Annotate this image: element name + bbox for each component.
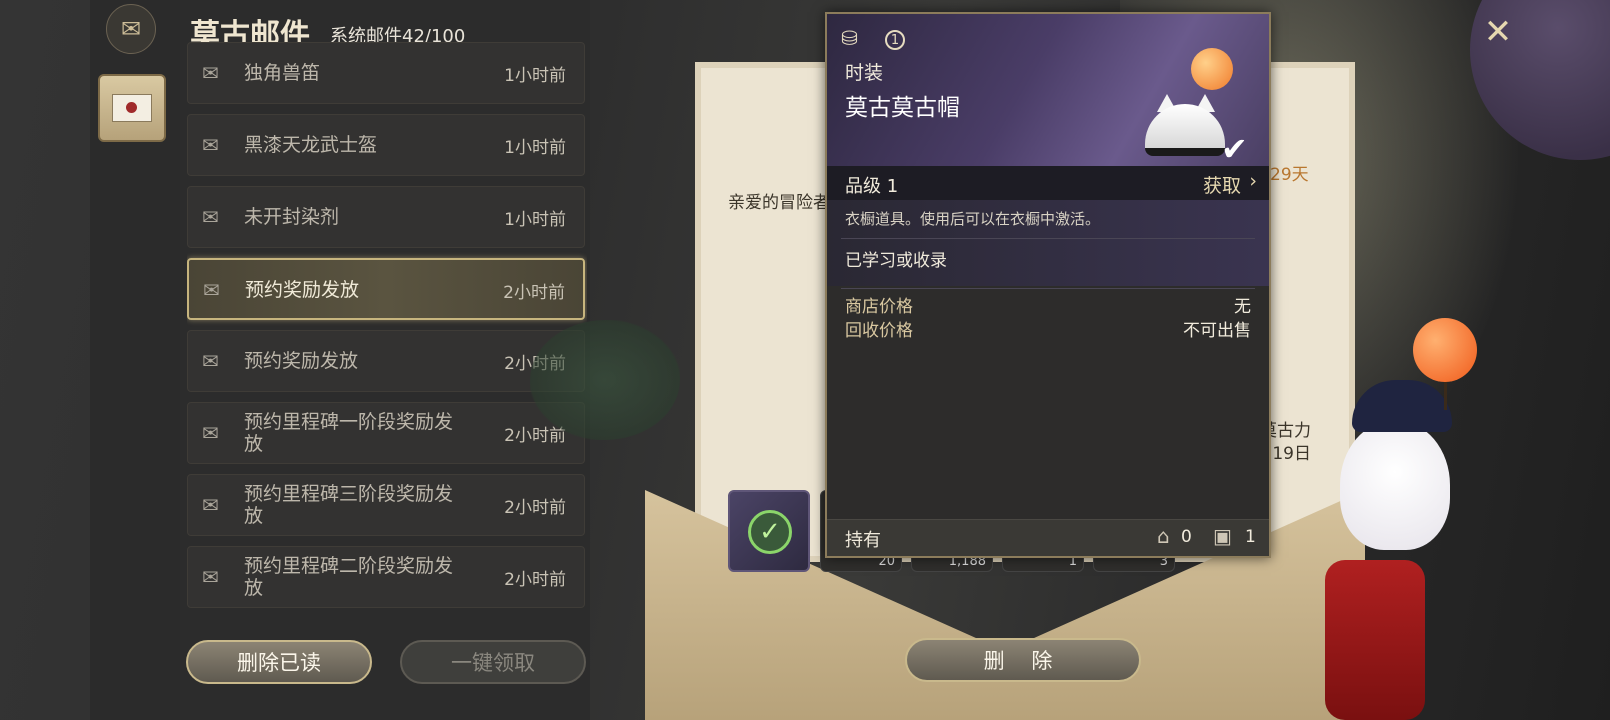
close-icon[interactable]: ✕: [1476, 10, 1520, 54]
claim-all-button[interactable]: 一键领取: [400, 640, 586, 684]
mail-subject: 独角兽笛: [244, 62, 321, 84]
mail-subject: 预约里程碑三阶段奖励发放: [244, 483, 454, 527]
acquire-link[interactable]: 获取: [1203, 171, 1241, 198]
list-item[interactable]: ✉ 未开封染剂 1小时前: [187, 186, 585, 248]
item-category: 时装: [845, 62, 884, 84]
mail-time: 2小时前: [504, 497, 566, 518]
bag-icon: ▣: [1213, 524, 1232, 548]
owned-house-count: 0: [1181, 527, 1192, 547]
chevron-right-icon[interactable]: ›: [1249, 170, 1257, 192]
expiry-days: 29天: [1270, 165, 1309, 185]
leaf-decoration: [530, 320, 680, 440]
mail-time: 2小时前: [503, 282, 565, 303]
opened-mail-icon: ✉: [202, 133, 219, 157]
opened-mail-icon: ✉: [202, 349, 219, 373]
mail-time: 1小时前: [504, 209, 566, 230]
tab-system-mail[interactable]: [98, 74, 166, 142]
description-area: 衣橱道具。使用后可以在衣橱中激活。 已学习或收录: [827, 200, 1269, 286]
list-item[interactable]: ✉ 预约里程碑一阶段奖励发放 2小时前: [187, 402, 585, 464]
divider: [841, 288, 1255, 289]
owned-bar: 持有 ⌂ 0 ▣ 1: [827, 519, 1269, 556]
moogle-bag-decoration: [1325, 560, 1425, 720]
list-item[interactable]: ✉ 预约里程碑二阶段奖励发放 2小时前: [187, 546, 585, 608]
envelope-icon: [112, 94, 152, 122]
item-tooltip: ⛁ 1 时装 莫古莫古帽 ✔ 品级 1 获取 › 衣橱道具。使用后可以在衣橱中激…: [825, 12, 1271, 558]
owned-bag-count: 1: [1245, 527, 1256, 547]
sell-price-value: 不可出售: [1183, 321, 1251, 341]
moogle-pompom: [1413, 318, 1477, 382]
list-item[interactable]: ✉ 黑漆天龙武士盔 1小时前: [187, 114, 585, 176]
orange-ball-icon: [1191, 48, 1233, 90]
divider: [841, 238, 1255, 239]
moogle-character: [1340, 420, 1450, 550]
sell-price-label: 回收价格: [845, 321, 913, 341]
mail-subject: 黑漆天龙武士盔: [244, 134, 378, 156]
list-item[interactable]: ✉ 独角兽笛 1小时前: [187, 42, 585, 104]
mail-subject: 预约里程碑一阶段奖励发放: [244, 411, 454, 455]
delete-read-button[interactable]: 删除已读: [186, 640, 372, 684]
mail-time: 2小时前: [504, 569, 566, 590]
shop-price-label: 商店价格: [845, 297, 913, 317]
house-icon: ⌂: [1157, 524, 1170, 548]
list-item-selected[interactable]: ✉ 预约奖励发放 2小时前: [187, 258, 585, 320]
mail-list[interactable]: ✉ 独角兽笛 1小时前 ✉ 黑漆天龙武士盔 1小时前 ✉ 未开封染剂 1小时前 …: [187, 0, 587, 630]
mail-subject: 预约里程碑二阶段奖励发放: [244, 555, 454, 599]
item-description: 衣橱道具。使用后可以在衣橱中激活。: [845, 210, 1101, 228]
shop-price-value: 无: [1234, 297, 1251, 317]
tooltip-header: ⛁ 1 时装 莫古莫古帽 ✔: [827, 14, 1269, 168]
level-badge: 1: [885, 30, 905, 50]
mail-subject: 预约奖励发放: [244, 350, 359, 372]
learned-status: 已学习或收录: [845, 251, 947, 271]
opened-mail-icon: ✉: [202, 421, 219, 445]
moogle-antenna: [1444, 380, 1447, 410]
opened-mail-icon: ✉: [202, 205, 219, 229]
mail-subject: 未开封染剂: [244, 206, 340, 228]
letter-greeting: 亲爱的冒险者: [728, 193, 830, 213]
mail-time: 1小时前: [504, 137, 566, 158]
owned-label: 持有: [845, 530, 881, 551]
opened-mail-icon: ✉: [203, 278, 220, 302]
opened-mail-icon: ✉: [202, 493, 219, 517]
opened-mail-icon: ✉: [202, 565, 219, 589]
list-item[interactable]: ✉ 预约里程碑三阶段奖励发放 2小时前: [187, 474, 585, 536]
delete-button[interactable]: 删 除: [905, 638, 1141, 682]
item-name: 莫古莫古帽: [845, 95, 960, 121]
moogle-hat-icon: [1139, 94, 1225, 156]
mail-subject: 预约奖励发放: [245, 279, 360, 301]
mailbox-icon[interactable]: ✉: [106, 4, 156, 54]
list-item[interactable]: ✉ 预约奖励发放 2小时前: [187, 330, 585, 392]
grade-bar: 品级 1 获取 ›: [827, 166, 1269, 200]
opened-mail-icon: ✉: [202, 61, 219, 85]
coins-icon: ⛁: [841, 26, 858, 50]
mail-time: 1小时前: [504, 65, 566, 86]
item-grade: 品级 1: [845, 176, 899, 197]
check-icon: ✓: [748, 510, 792, 554]
attachment-slot[interactable]: ✓: [728, 490, 810, 572]
owned-check-icon: ✔: [1221, 130, 1248, 168]
